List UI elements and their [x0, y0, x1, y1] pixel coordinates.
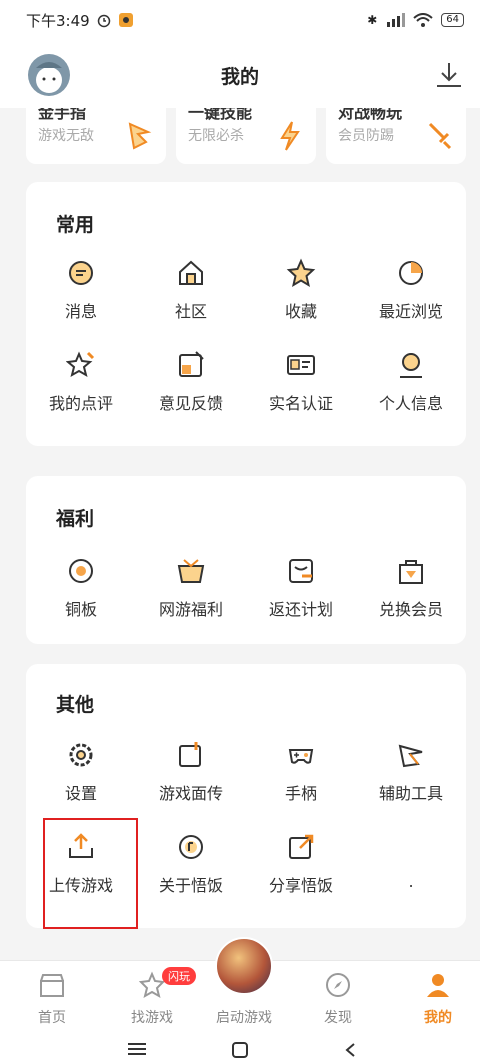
- signal-icon: [387, 13, 406, 27]
- wifi-icon: [413, 13, 433, 27]
- tab-discover[interactable]: 发现: [298, 961, 378, 1031]
- tab-badge: 闪玩: [162, 967, 196, 985]
- app-notification-icon: [118, 13, 133, 27]
- promo-card-battle[interactable]: 对战畅玩 会员防踢: [326, 108, 466, 164]
- status-bar: 下午3:49 ✱ 64: [0, 0, 480, 40]
- menu-item-feedback[interactable]: 意见反馈: [136, 350, 246, 442]
- battery-indicator: 64: [441, 13, 464, 27]
- menu-item-placeholder: .: [408, 872, 414, 891]
- wing-icon: [128, 122, 152, 150]
- coin-icon: [69, 559, 93, 583]
- menu-item-assist-tools[interactable]: 辅助工具: [356, 740, 466, 832]
- compass-icon: [326, 973, 350, 997]
- menu-item-community[interactable]: 社区: [136, 258, 246, 350]
- promo-row: 金手指 游戏无敌 一键技能 无限必杀 对战畅玩 会员防踢: [26, 108, 466, 164]
- menu-item-game-transfer[interactable]: 游戏面传: [136, 740, 246, 832]
- gamepad-icon: [288, 749, 314, 764]
- other-section-title: 其他: [56, 694, 95, 716]
- sword-icon: [428, 122, 452, 150]
- lightning-icon: [280, 121, 300, 151]
- system-nav-bar: [0, 1030, 480, 1062]
- download-icon[interactable]: [434, 60, 464, 90]
- transfer-icon: [179, 742, 201, 767]
- user-icon: [427, 974, 449, 997]
- tab-mine[interactable]: 我的: [398, 961, 478, 1031]
- home-nav-icon[interactable]: [232, 1042, 248, 1058]
- menu-item-gamepad[interactable]: 手柄: [246, 740, 356, 832]
- menu-item-recent[interactable]: 最近浏览: [356, 258, 466, 350]
- about-icon: [179, 835, 203, 859]
- status-time: 下午3:49: [26, 11, 90, 30]
- menu-icon[interactable]: [128, 1042, 146, 1056]
- message-icon: [69, 261, 93, 285]
- menu-item-refund-plan[interactable]: 返还计划: [246, 556, 356, 648]
- menu-item-my-reviews[interactable]: 我的点评: [26, 350, 136, 442]
- history-icon: [399, 261, 423, 285]
- menu-item-share[interactable]: 分享悟饭: [246, 832, 356, 924]
- id-card-icon: [287, 355, 315, 375]
- refund-icon: [289, 559, 313, 583]
- menu-item-upload-game[interactable]: 上传游戏: [26, 832, 136, 924]
- feedback-icon: [179, 351, 204, 377]
- tab-home[interactable]: 首页: [12, 961, 92, 1031]
- alarm-icon: [97, 14, 110, 28]
- gift-icon: [177, 559, 205, 583]
- gear-icon: [69, 743, 93, 767]
- profile-icon: [400, 353, 422, 378]
- menu-item-personal-info[interactable]: 个人信息: [356, 350, 466, 442]
- promo-card-cheat[interactable]: 金手指 游戏无敌: [26, 108, 166, 164]
- back-icon[interactable]: [344, 1042, 356, 1058]
- menu-item-coins[interactable]: 铜板: [26, 556, 136, 648]
- shopping-bag-icon: [399, 560, 423, 584]
- menu-item-favorites[interactable]: 收藏: [246, 258, 356, 350]
- welfare-section: 福利 铜板 网游福利 返还计划 兑换会员: [26, 476, 466, 644]
- menu-item-messages[interactable]: 消息: [26, 258, 136, 350]
- community-icon: [179, 260, 203, 285]
- common-section: 常用 消息 社区 收藏 最近浏览 我的点评 意见反馈 实名认证 个人信息: [26, 182, 466, 446]
- bluetooth-icon: ✱: [367, 13, 378, 27]
- welfare-section-title: 福利: [56, 508, 95, 530]
- page-title: 我的: [220, 66, 259, 88]
- share-icon: [289, 834, 314, 859]
- review-icon: [66, 351, 95, 378]
- page-header: 我的: [0, 40, 480, 108]
- bottom-tab-bar: 首页 找游戏 闪玩 启动游戏 发现 我的: [0, 937, 480, 1031]
- tools-icon: [398, 744, 423, 768]
- other-section: 其他 设置 游戏面传 手柄 辅助工具 上传游戏 关于悟饭 分享悟饭 .: [26, 664, 466, 928]
- store-icon: [40, 974, 64, 997]
- menu-item-redeem-vip[interactable]: 兑换会员: [356, 556, 466, 648]
- favorite-icon: [286, 258, 316, 288]
- menu-item-real-name[interactable]: 实名认证: [246, 350, 356, 442]
- menu-item-online-welfare[interactable]: 网游福利: [136, 556, 246, 648]
- menu-item-settings[interactable]: 设置: [26, 740, 136, 832]
- common-section-title: 常用: [56, 214, 95, 236]
- upload-icon: [69, 833, 93, 858]
- tab-launch-game[interactable]: 启动游戏: [204, 961, 284, 1031]
- promo-card-skill[interactable]: 一键技能 无限必杀: [176, 108, 316, 164]
- menu-item-about[interactable]: 关于悟饭: [136, 832, 246, 924]
